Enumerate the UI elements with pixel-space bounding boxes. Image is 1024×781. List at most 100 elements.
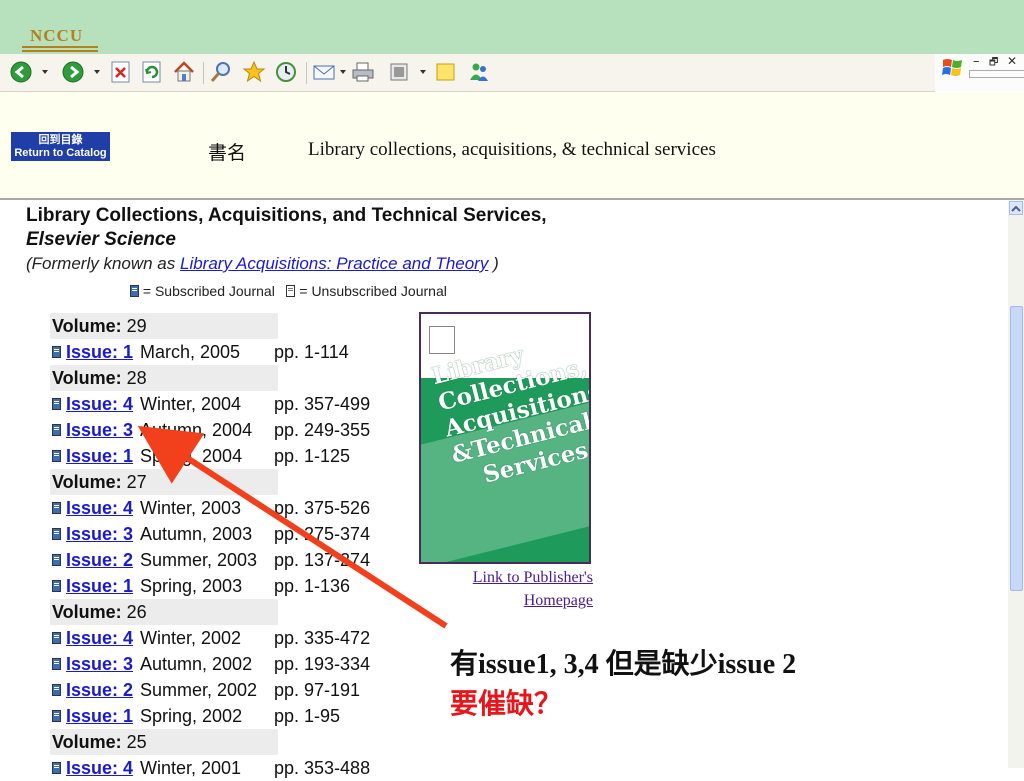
journal-heading: Library Collections, Acquisitions, and T… (26, 204, 586, 252)
issue-pages: pp. 137-274 (274, 549, 371, 570)
journal-title: Library Collections, Acquisitions, and T… (26, 205, 547, 226)
publisher-homepage-link[interactable]: Link to Publisher's Homepage (452, 566, 593, 612)
annotation-question-line1: 有issue1, 3,4 但是缺少issue 2 (450, 649, 797, 680)
issue-link[interactable]: Issue: 1 (66, 706, 140, 727)
volume-number: 29 (126, 315, 147, 336)
refresh-icon[interactable] (141, 60, 163, 84)
subscribed-journal-icon (52, 632, 61, 644)
volume-number: 26 (126, 601, 147, 622)
print-icon[interactable] (350, 60, 376, 84)
issue-row: Issue: 4 Winter, 2002 pp. 335-472 (50, 625, 410, 651)
issue-row: Issue: 1 March, 2005 pp. 1-114 (50, 339, 410, 365)
issue-date: Summer, 2002 (140, 679, 258, 700)
logo-text: NCCU (30, 26, 84, 45)
issue-row: Issue: 4 Winter, 2003 pp. 375-526 (50, 495, 410, 521)
issue-link[interactable]: Issue: 3 (66, 420, 140, 441)
issue-date: Spring, 2002 (140, 705, 243, 726)
logo-underline (22, 46, 98, 48)
issue-row: Issue: 1 Spring, 2004 pp. 1-125 (50, 443, 410, 469)
issue-date: Winter, 2004 (140, 393, 242, 414)
volume-row: Volume: 28 (50, 365, 278, 391)
subscribed-journal-icon (130, 285, 139, 297)
back-dropdown[interactable] (42, 70, 48, 74)
issue-row: Issue: 3 Autumn, 2004 pp. 249-355 (50, 417, 410, 443)
favorites-icon[interactable] (241, 60, 267, 84)
former-suffix: ) (493, 254, 499, 273)
volume-label: Volume: (52, 731, 122, 752)
volume-label: Volume: (52, 471, 122, 492)
mail-dropdown[interactable] (340, 70, 346, 74)
issue-pages: pp. 249-355 (274, 419, 371, 440)
search-icon[interactable] (208, 60, 234, 84)
issue-date: Winter, 2001 (140, 757, 242, 778)
subscribed-journal-icon (52, 424, 61, 436)
history-icon[interactable] (273, 60, 299, 84)
messenger-icon[interactable] (466, 60, 492, 84)
volume-row: Volume: 26 (50, 599, 278, 625)
issue-pages: pp. 335-472 (274, 627, 371, 648)
subscribed-journal-icon (52, 554, 61, 566)
home-icon[interactable] (171, 60, 197, 84)
volume-number: 25 (126, 731, 147, 752)
issue-date: March, 2005 (140, 341, 241, 362)
issue-date: Autumn, 2003 (140, 523, 253, 544)
issue-link[interactable]: Issue: 4 (66, 394, 140, 415)
minimize-button[interactable]: – (973, 54, 980, 69)
journal-cover-image: Library Collections, Acquisitions, &Tech… (419, 312, 591, 564)
volume-label: Volume: (52, 367, 122, 388)
edit-dropdown[interactable] (420, 70, 426, 74)
issue-pages: pp. 97-191 (274, 679, 361, 700)
volume-row: Volume: 25 (50, 729, 278, 755)
volume-label: Volume: (52, 315, 122, 336)
issue-link[interactable]: Issue: 1 (66, 576, 140, 597)
volume-row: Volume: 29 (50, 313, 278, 339)
elsevier-logo-icon (429, 326, 455, 354)
issue-date: Summer, 2003 (140, 549, 258, 570)
toolbar-separator (203, 62, 204, 84)
issue-link[interactable]: Issue: 3 (66, 654, 140, 675)
publisher-link-line1[interactable]: Link to Publisher's (473, 569, 593, 586)
scroll-up-button[interactable] (1009, 201, 1023, 215)
issue-link[interactable]: Issue: 2 (66, 680, 140, 701)
return-button-label-zh: 回到目錄 (38, 134, 83, 146)
legend-subscribed-label: = Subscribed Journal (142, 283, 275, 299)
issue-pages: pp. 1-95 (274, 705, 341, 726)
close-button[interactable]: ✕ (1007, 54, 1017, 68)
return-to-catalog-button[interactable]: 回到目錄 Return to Catalog (11, 132, 110, 161)
address-field[interactable] (969, 70, 1024, 78)
issue-pages: pp. 1-114 (274, 341, 349, 362)
issue-link[interactable]: Issue: 4 (66, 628, 140, 649)
edit-icon[interactable] (386, 60, 412, 84)
issue-pages: pp. 1-136 (274, 575, 351, 596)
issue-link[interactable]: Issue: 2 (66, 550, 140, 571)
subscribed-journal-icon (52, 710, 61, 722)
issue-link[interactable]: Issue: 3 (66, 524, 140, 545)
issue-date: Winter, 2002 (140, 627, 242, 648)
mail-icon[interactable] (311, 60, 337, 84)
back-icon[interactable] (8, 60, 34, 84)
issue-link[interactable]: Issue: 1 (66, 446, 140, 467)
folder-icon[interactable] (433, 60, 459, 84)
forward-dropdown[interactable] (94, 70, 100, 74)
issue-date: Spring, 2003 (140, 575, 243, 596)
toolbar-separator (306, 62, 307, 84)
chevron-up-icon (1011, 205, 1021, 212)
return-button-label-en: Return to Catalog (14, 147, 107, 159)
book-title-label: 書名 (208, 142, 247, 164)
stop-icon[interactable] (110, 60, 132, 84)
issue-link[interactable]: Issue: 4 (66, 758, 140, 779)
logo-underline (22, 50, 98, 52)
issue-link[interactable]: Issue: 4 (66, 498, 140, 519)
issue-pages: pp. 275-374 (274, 523, 371, 544)
issue-date: Autumn, 2004 (140, 419, 253, 440)
issue-pages: pp. 1-125 (274, 445, 351, 466)
issue-date: Winter, 2003 (140, 497, 242, 518)
issue-list: Volume: 29 Issue: 1 March, 2005 pp. 1-114 Vol… (50, 313, 410, 781)
issue-row: Issue: 1 Spring, 2003 pp. 1-136 (50, 573, 410, 599)
publisher-link-line2[interactable]: Homepage (524, 592, 593, 609)
former-title-link[interactable]: Library Acquisitions: Practice and Theor… (180, 254, 488, 273)
issue-link[interactable]: Issue: 1 (66, 342, 140, 363)
volume-number: 27 (126, 471, 147, 492)
scrollbar-thumb[interactable] (1010, 306, 1023, 591)
forward-icon[interactable] (60, 60, 86, 84)
